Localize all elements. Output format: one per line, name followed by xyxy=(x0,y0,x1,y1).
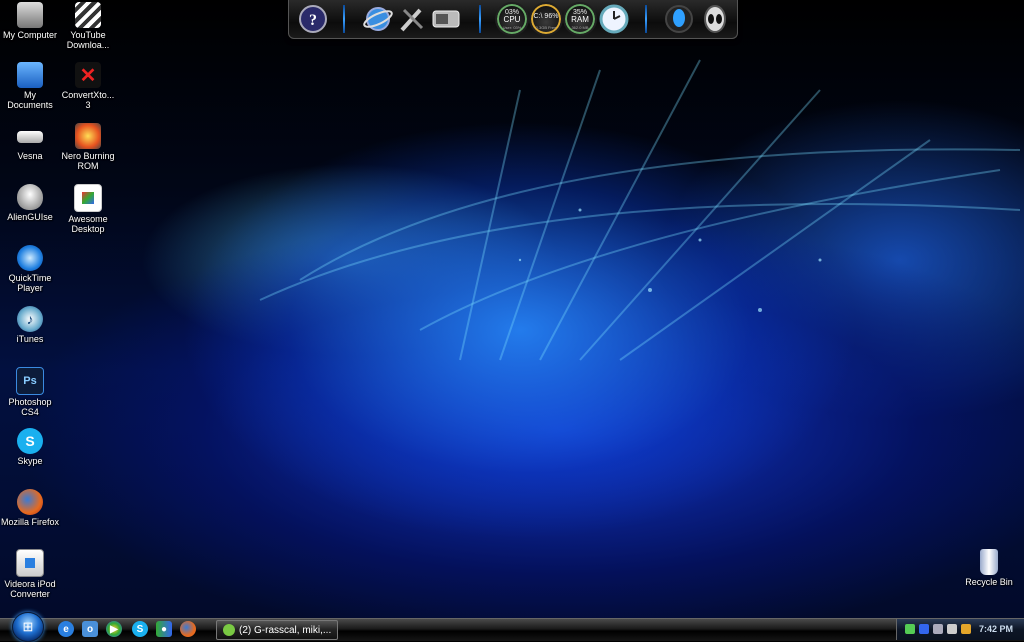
ipod-converter-icon xyxy=(16,549,44,577)
desktop-icon-quicktime[interactable]: QuickTime Player xyxy=(0,245,60,293)
display-icon[interactable] xyxy=(933,624,943,634)
shortcut-icon xyxy=(17,131,43,143)
nero-flame-icon xyxy=(75,123,101,149)
desktop-icon-my-computer[interactable]: My Computer xyxy=(0,2,60,40)
documents-folder-icon xyxy=(17,62,43,88)
photoshop-icon: Ps xyxy=(16,367,44,395)
computer-icon xyxy=(17,2,43,28)
messenger-icon xyxy=(223,624,235,636)
tools-icon[interactable] xyxy=(397,3,427,35)
dock-separator xyxy=(645,5,647,33)
desktop-icon-photoshop[interactable]: Ps Photoshop CS4 xyxy=(0,367,60,417)
picture-document-icon xyxy=(74,184,102,212)
alien-head-icon xyxy=(17,184,43,210)
taskbar-button-messenger-window[interactable]: (2) G-rasscal, miki,... xyxy=(216,620,338,640)
dock-separator xyxy=(479,5,481,33)
firefox-icon[interactable] xyxy=(180,621,196,637)
desktop-icon-awesome-desktop[interactable]: Awesome Desktop xyxy=(58,184,118,234)
outlook-icon[interactable]: o xyxy=(82,621,98,637)
start-button[interactable]: ⊞ xyxy=(12,612,44,642)
alien-head-icon[interactable] xyxy=(699,3,731,35)
film-clapper-icon xyxy=(75,2,101,28)
warning-icon[interactable] xyxy=(961,624,971,634)
desktop-icon-convertxto[interactable]: ✕ ConvertXto... 3 xyxy=(58,62,118,110)
quicktime-icon xyxy=(17,245,43,271)
desktop-icon-youtube-downloader[interactable]: YouTube Downloa... xyxy=(58,2,118,50)
internet-explorer-icon[interactable] xyxy=(361,3,395,35)
desktop-icon-firefox[interactable]: Mozilla Firefox xyxy=(0,489,60,527)
taskbar-clock[interactable]: 7:42 PM xyxy=(979,624,1013,634)
top-dock: ? 03% CPU User: 03% C:\ 96% 0.3GB Free 3… xyxy=(288,0,738,39)
alien-orb-icon[interactable] xyxy=(663,3,695,35)
desktop-icon-skype[interactable]: S Skype xyxy=(0,428,60,466)
desktop-icon-nero[interactable]: Nero Burning ROM xyxy=(58,123,118,171)
network-icon[interactable] xyxy=(905,624,915,634)
ram-gauge[interactable]: 35% RAM 362.0 MB xyxy=(563,2,597,36)
recycle-bin-icon xyxy=(980,549,998,575)
messenger-icon[interactable]: ● xyxy=(156,621,172,637)
skype-icon: S xyxy=(17,428,43,454)
firefox-icon xyxy=(17,489,43,515)
desktop-icon-vesna[interactable]: Vesna xyxy=(0,123,60,161)
hard-drive-icon[interactable] xyxy=(429,3,463,35)
desktop-icon-itunes[interactable]: ♪ iTunes xyxy=(0,306,60,344)
messenger-icon[interactable] xyxy=(919,624,929,634)
volume-icon[interactable] xyxy=(947,624,957,634)
taskbar xyxy=(0,618,1024,641)
windows-orb-icon: ⊞ xyxy=(22,619,34,634)
system-tray: 7:42 PM xyxy=(896,619,1024,640)
skype-icon[interactable]: S xyxy=(132,621,148,637)
itunes-icon: ♪ xyxy=(17,306,43,332)
app-launcher-icon[interactable]: ? xyxy=(297,3,329,35)
desktop-icon-my-documents[interactable]: My Documents xyxy=(0,62,60,110)
clock-icon[interactable] xyxy=(597,3,631,35)
desktop-icon-alienguise[interactable]: AlienGUIse xyxy=(0,184,60,222)
disk-gauge[interactable]: C:\ 96% 0.3GB Free xyxy=(529,2,563,36)
desktop-icon-recycle-bin[interactable]: Recycle Bin xyxy=(959,549,1019,587)
convertx-icon: ✕ xyxy=(75,62,101,88)
internet-explorer-icon[interactable]: e xyxy=(58,621,74,637)
desktop-icon-videora[interactable]: Videora iPod Converter xyxy=(0,549,60,599)
dock-separator xyxy=(343,5,345,33)
desktop-wallpaper xyxy=(0,0,1024,618)
svg-text:?: ? xyxy=(309,12,317,29)
taskbar-button-label: (2) G-rasscal, miki,... xyxy=(239,624,332,636)
cpu-gauge[interactable]: 03% CPU User: 03% xyxy=(495,2,529,36)
media-player-icon[interactable]: ▶ xyxy=(106,621,122,637)
